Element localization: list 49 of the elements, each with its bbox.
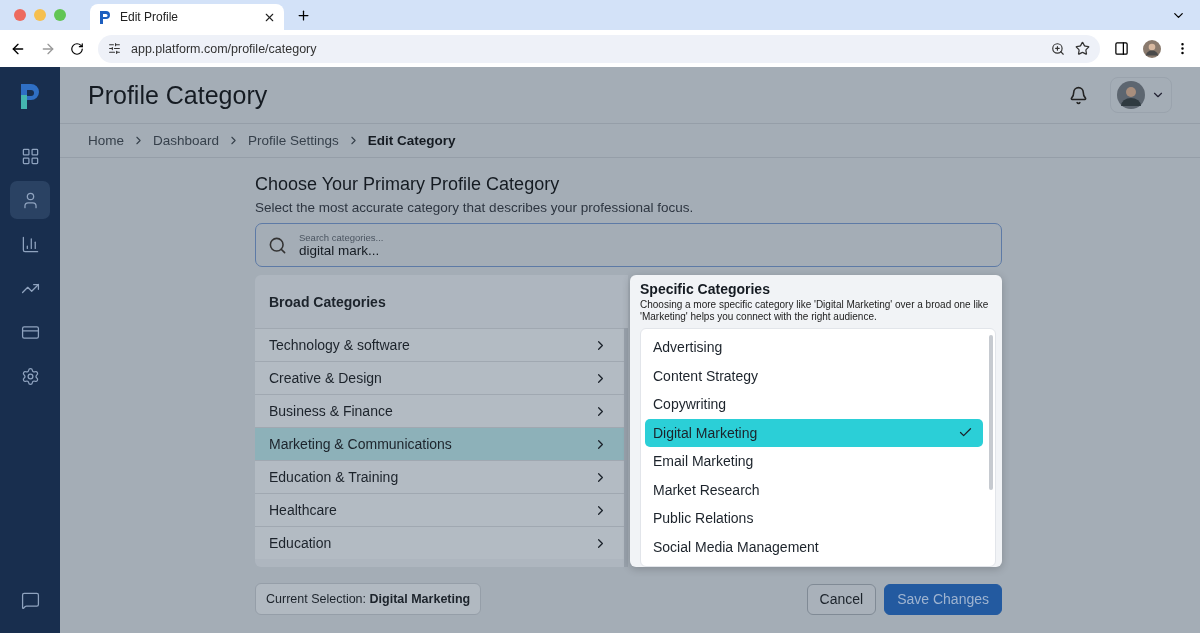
category-item[interactable]: Creative & Design [255,361,624,394]
option-item[interactable]: Copywriting [645,390,983,419]
new-tab-icon[interactable] [296,7,311,23]
browser-tab[interactable]: Edit Profile [90,4,284,30]
option-item[interactable]: Social Media Management [645,532,983,561]
breadcrumb-link[interactable]: Home [88,133,124,148]
option-item[interactable]: Digital Marketing [645,418,983,447]
avatar-icon [1117,81,1145,109]
site-settings-icon[interactable] [108,42,121,55]
search-field-label: Search categories... [299,232,385,243]
panel-heading: Broad Categories [268,292,387,312]
side-panel-icon[interactable] [1114,41,1129,56]
category-item[interactable]: Business & Finance [255,394,624,427]
section-subtitle: Select the most accurate category that describes your professional focus. [255,200,695,215]
current-selection: Current Selection: Digital Marketing [255,583,482,615]
category-item[interactable]: Healthcare [255,493,624,526]
help-chat-icon [20,590,40,610]
bell-icon[interactable] [1069,85,1088,105]
zoom-icon[interactable] [1051,41,1065,56]
section-title: Choose Your Primary Profile Category [255,174,561,195]
search-icon [268,235,287,255]
bar-chart-icon [20,234,40,254]
page-title: Profile Category [88,80,269,110]
option-item[interactable]: Advertising [645,333,983,362]
profile-nav-item[interactable] [10,181,50,219]
star-icon[interactable] [1075,41,1090,56]
avatar-icon[interactable] [1143,39,1161,58]
logo-icon [98,9,112,25]
panel-heading: Specific Categories [640,281,771,297]
panel-description: Choosing a more specific category like 'Digital Marketing' over a broad one like 'Marketing' helps you connect with the right audience. [640,299,990,323]
option-item[interactable]: Content Strategy [645,361,983,390]
breadcrumb-link[interactable]: Edit Category [367,133,456,148]
grid-icon [20,146,40,166]
category-item[interactable]: Marketing & Communications [255,427,624,460]
option-item[interactable]: Public Relations [645,504,983,533]
scrollbar[interactable] [989,335,993,490]
cancel-button[interactable]: Cancel [806,583,877,615]
category-item[interactable]: Education & Training [255,460,624,493]
category-item[interactable]: Education [255,526,624,559]
breadcrumb-link[interactable]: Profile Settings [248,133,339,148]
settings-icon [20,366,40,386]
user-menu-button[interactable] [1110,77,1172,113]
option-item[interactable]: Market Research [645,475,983,504]
search-field[interactable]: digital mark... [299,243,699,258]
reload-icon[interactable] [70,41,84,56]
address-bar[interactable]: app.platform.com/profile/category [98,34,1100,63]
breadcrumb-link[interactable]: Dashboard [153,133,220,148]
option-item[interactable]: Email Marketing [645,447,983,476]
category-item[interactable]: Technology & software [255,328,624,361]
